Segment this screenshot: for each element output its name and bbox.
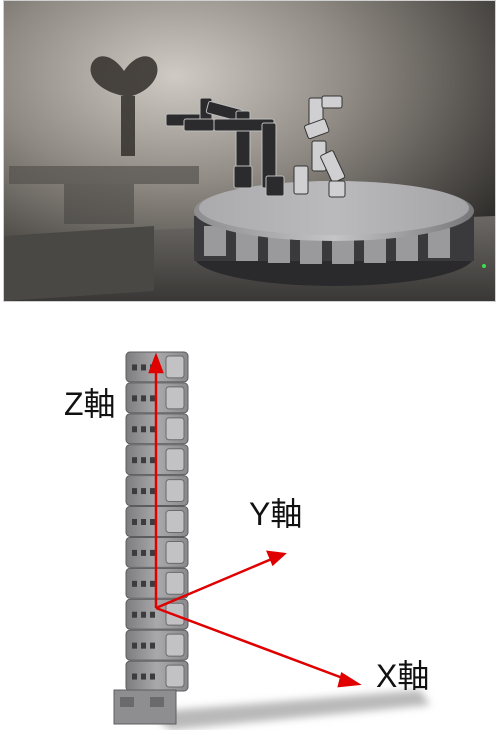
- y-arrowhead: [266, 550, 287, 567]
- photo-illustration: [4, 1, 495, 301]
- servo-module: [125, 660, 189, 692]
- floor-shadow: [150, 690, 430, 730]
- x-axis-label: X軸: [376, 658, 430, 694]
- base-block: [113, 689, 177, 725]
- axis-diagram: Z軸 Y軸 X軸: [0, 340, 497, 730]
- z-axis-label: Z軸: [64, 386, 116, 422]
- servo-module: [125, 629, 189, 661]
- robot-turntable-photo: [3, 0, 496, 302]
- x-arrowhead: [337, 672, 362, 688]
- y-axis-label: Y軸: [249, 496, 303, 532]
